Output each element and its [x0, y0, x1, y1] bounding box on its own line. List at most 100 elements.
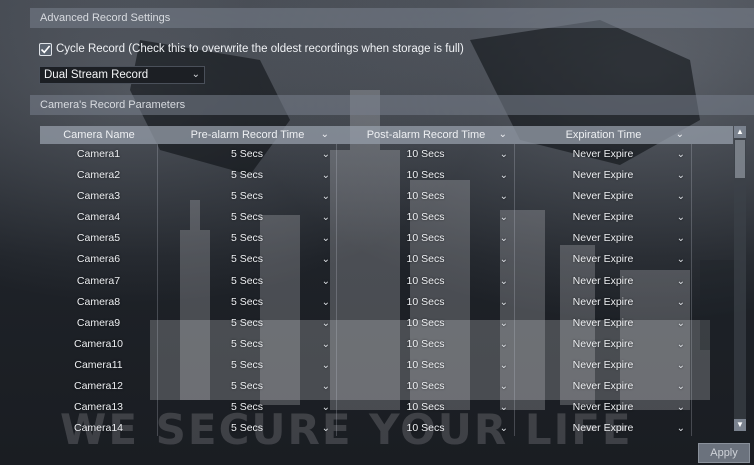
chevron-down-icon[interactable]: ⌄ [677, 249, 685, 270]
pre-alarm-select[interactable]: 5 Secs ⌄ [158, 165, 337, 187]
camera-name-cell-value: Camera12 [73, 380, 124, 393]
post-alarm-select[interactable]: 10 Secs ⌄ [337, 144, 515, 166]
chevron-down-icon[interactable]: ⌄ [677, 271, 685, 292]
expiration-select[interactable]: Never Expire ⌄ [515, 165, 692, 187]
chevron-down-icon[interactable]: ⌄ [677, 144, 685, 165]
row-spacer [692, 397, 733, 418]
post-alarm-select[interactable]: 10 Secs ⌄ [337, 270, 515, 292]
pre-alarm-select[interactable]: 5 Secs ⌄ [158, 144, 337, 166]
chevron-down-icon[interactable]: ⌄ [677, 397, 685, 418]
expiration-select[interactable]: Never Expire ⌄ [515, 291, 692, 313]
chevron-down-icon[interactable]: ⌄ [322, 271, 330, 292]
chevron-down-icon[interactable]: ⌄ [677, 165, 685, 186]
post-alarm-select[interactable]: 10 Secs ⌄ [337, 312, 515, 334]
post-alarm-select-value: 10 Secs [406, 380, 445, 393]
chevron-down-icon[interactable]: ⌄ [500, 313, 508, 334]
checkmark-icon [40, 44, 51, 53]
expiration-select[interactable]: Never Expire ⌄ [515, 333, 692, 355]
expiration-select[interactable]: Never Expire ⌄ [515, 249, 692, 271]
chevron-down-icon[interactable]: ⌄ [500, 228, 508, 249]
scroll-up-icon[interactable]: ▲ [734, 126, 746, 138]
chevron-down-icon[interactable]: ⌄ [322, 313, 330, 334]
chevron-down-icon[interactable]: ⌄ [677, 228, 685, 249]
post-alarm-select[interactable]: 10 Secs ⌄ [337, 376, 515, 398]
pre-alarm-select[interactable]: 5 Secs ⌄ [158, 354, 337, 377]
post-alarm-select[interactable]: 10 Secs ⌄ [337, 228, 515, 250]
pre-alarm-select[interactable]: 5 Secs ⌄ [158, 376, 337, 398]
stream-record-select-value: Dual Stream Record [44, 69, 149, 81]
chevron-down-icon[interactable]: ⌄ [322, 292, 330, 313]
chevron-down-icon[interactable]: ⌄ [500, 271, 508, 292]
chevron-down-icon[interactable]: ⌄ [677, 207, 685, 228]
cycle-record-checkbox[interactable] [39, 42, 52, 56]
expiration-select[interactable]: Never Expire ⌄ [515, 186, 692, 208]
stream-record-select[interactable]: Dual Stream Record ⌄ [39, 66, 205, 84]
chevron-down-icon[interactable]: ⌄ [322, 228, 330, 249]
pre-alarm-select-value: 5 Secs [230, 316, 264, 329]
camera-name-cell-value: Camera10 [73, 337, 124, 350]
post-alarm-select[interactable]: 10 Secs ⌄ [337, 165, 515, 187]
expiration-select[interactable]: Never Expire ⌄ [515, 144, 692, 166]
chevron-down-icon[interactable]: ⌄ [677, 376, 685, 397]
chevron-down-icon[interactable]: ⌄ [500, 292, 508, 313]
post-alarm-select[interactable]: 10 Secs ⌄ [337, 249, 515, 271]
scrollbar-thumb[interactable] [735, 140, 745, 178]
chevron-down-icon[interactable]: ⌄ [322, 186, 330, 207]
table-row: Camera1 5 Secs ⌄ 10 Secs ⌄ Never Expire ⌄ [40, 144, 733, 166]
chevron-down-icon[interactable]: ⌄ [677, 313, 685, 334]
post-alarm-select[interactable]: 10 Secs ⌄ [337, 354, 515, 377]
post-alarm-select-value: 10 Secs [406, 358, 445, 371]
chevron-down-icon[interactable]: ⌄ [321, 126, 329, 144]
chevron-down-icon[interactable]: ⌄ [500, 207, 508, 228]
post-alarm-select[interactable]: 10 Secs ⌄ [337, 333, 515, 355]
chevron-down-icon[interactable]: ⌄ [499, 126, 507, 144]
chevron-down-icon[interactable]: ⌄ [676, 126, 684, 144]
chevron-down-icon[interactable]: ⌄ [500, 355, 508, 376]
chevron-down-icon[interactable]: ⌄ [322, 165, 330, 186]
expiration-select[interactable]: Never Expire ⌄ [515, 376, 692, 398]
expiration-select[interactable]: Never Expire ⌄ [515, 354, 692, 377]
expiration-select[interactable]: Never Expire ⌄ [515, 207, 692, 229]
chevron-down-icon[interactable]: ⌄ [322, 249, 330, 270]
chevron-down-icon[interactable]: ⌄ [500, 165, 508, 186]
chevron-down-icon[interactable]: ⌄ [677, 418, 685, 436]
chevron-down-icon[interactable]: ⌄ [677, 355, 685, 376]
chevron-down-icon[interactable]: ⌄ [500, 144, 508, 165]
column-header-spacer [692, 126, 733, 144]
chevron-down-icon[interactable]: ⌄ [500, 334, 508, 355]
post-alarm-select[interactable]: 10 Secs ⌄ [337, 186, 515, 208]
cycle-record-option[interactable]: Cycle Record (Check this to overwrite th… [39, 41, 464, 57]
chevron-down-icon[interactable]: ⌄ [322, 376, 330, 397]
pre-alarm-select-value: 5 Secs [230, 253, 264, 266]
pre-alarm-select[interactable]: 5 Secs ⌄ [158, 207, 337, 229]
pre-alarm-select[interactable]: 5 Secs ⌄ [158, 312, 337, 334]
expiration-select[interactable]: Never Expire ⌄ [515, 312, 692, 334]
column-header-post-alarm[interactable]: Post-alarm Record Time ⌄ [337, 126, 515, 144]
chevron-down-icon[interactable]: ⌄ [322, 334, 330, 355]
pre-alarm-select[interactable]: 5 Secs ⌄ [158, 186, 337, 208]
table-scrollbar[interactable]: ▲ ▼ [734, 126, 746, 431]
pre-alarm-select[interactable]: 5 Secs ⌄ [158, 270, 337, 292]
expiration-select[interactable]: Never Expire ⌄ [515, 270, 692, 292]
column-header-pre-alarm[interactable]: Pre-alarm Record Time ⌄ [158, 126, 337, 144]
post-alarm-select[interactable]: 10 Secs ⌄ [337, 207, 515, 229]
chevron-down-icon[interactable]: ⌄ [500, 249, 508, 270]
chevron-down-icon[interactable]: ⌄ [677, 186, 685, 207]
column-header-expiration[interactable]: Expiration Time ⌄ [515, 126, 692, 144]
pre-alarm-select[interactable]: 5 Secs ⌄ [158, 228, 337, 250]
chevron-down-icon[interactable]: ⌄ [500, 376, 508, 397]
apply-button[interactable]: Apply [698, 443, 750, 463]
scroll-down-icon[interactable]: ▼ [734, 419, 746, 431]
expiration-select[interactable]: Never Expire ⌄ [515, 228, 692, 250]
cycle-record-label: Cycle Record (Check this to overwrite th… [56, 43, 464, 55]
pre-alarm-select[interactable]: 5 Secs ⌄ [158, 291, 337, 313]
pre-alarm-select[interactable]: 5 Secs ⌄ [158, 333, 337, 355]
chevron-down-icon[interactable]: ⌄ [322, 207, 330, 228]
chevron-down-icon[interactable]: ⌄ [677, 334, 685, 355]
chevron-down-icon[interactable]: ⌄ [322, 144, 330, 165]
chevron-down-icon[interactable]: ⌄ [677, 292, 685, 313]
post-alarm-select[interactable]: 10 Secs ⌄ [337, 291, 515, 313]
pre-alarm-select[interactable]: 5 Secs ⌄ [158, 249, 337, 271]
chevron-down-icon[interactable]: ⌄ [500, 186, 508, 207]
chevron-down-icon[interactable]: ⌄ [322, 355, 330, 376]
